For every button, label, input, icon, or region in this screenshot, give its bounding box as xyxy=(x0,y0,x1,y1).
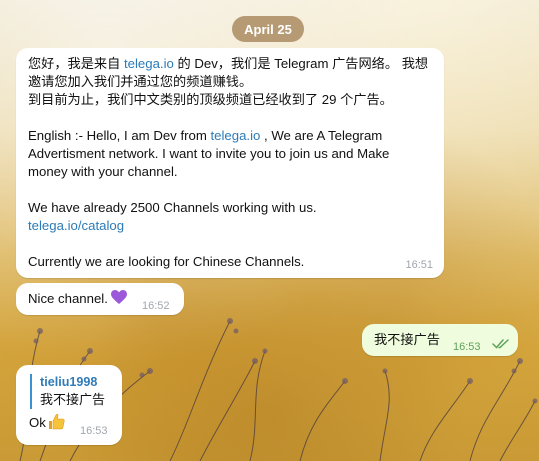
message-time: 16:52 xyxy=(142,300,170,312)
message-line: 您好，我是来自 telega.io 的 Dev，我们是 Telegram 广告网… xyxy=(28,56,429,71)
message-bubble[interactable]: Nice channel. 16:52 xyxy=(16,283,184,315)
telega-link[interactable]: telega.io xyxy=(210,128,260,143)
message-time: 16:51 xyxy=(405,259,433,271)
message-line: Advertisment network. I want to invite y… xyxy=(28,146,390,161)
message-time: 16:53 xyxy=(80,425,108,437)
reply-quote[interactable]: tieliu1998 我不接广告 xyxy=(30,374,114,409)
message-bubble[interactable]: tieliu1998 我不接广告 Ok 16:53 xyxy=(16,365,122,445)
message-time: 16:53 xyxy=(453,341,481,353)
date-separator: April 25 xyxy=(232,16,304,42)
message-line: money with your channel. xyxy=(28,164,178,179)
message-line: 到目前为止，我们中文类别的顶级频道已经收到了 29 个广告。 xyxy=(28,92,393,107)
message-bubble[interactable]: 您好，我是来自 telega.io 的 Dev，我们是 Telegram 广告网… xyxy=(16,48,444,278)
message-line: telega.io/catalog xyxy=(28,217,432,235)
message-text: Nice channel. xyxy=(28,291,108,306)
message-text: 我不接广告 xyxy=(374,332,440,347)
reply-author: tieliu1998 xyxy=(40,375,98,389)
message-line: 邀请您加入我们并通过您的频道赚钱。 xyxy=(28,74,253,89)
message-text: Ok xyxy=(29,415,46,430)
telega-link[interactable]: telega.io xyxy=(124,56,174,71)
thumbs-up-icon xyxy=(48,413,65,435)
reply-text: 我不接广告 xyxy=(40,392,106,407)
message-bubble-outgoing[interactable]: 我不接广告 16:53 xyxy=(362,324,518,356)
catalog-link[interactable]: telega.io/catalog xyxy=(28,218,124,233)
purple-heart-icon xyxy=(110,290,127,310)
message-line: We have already 2500 Channels working wi… xyxy=(28,200,317,215)
message-line: English :- Hello, I am Dev from telega.i… xyxy=(28,128,383,143)
double-check-icon xyxy=(492,336,510,354)
message-line: Currently we are looking for Chinese Cha… xyxy=(28,254,305,269)
